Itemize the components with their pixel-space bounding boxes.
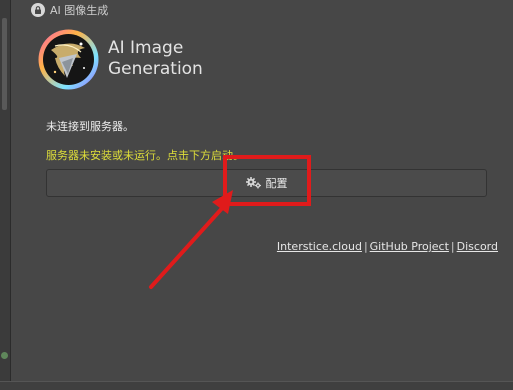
gear-icon bbox=[245, 177, 261, 189]
status-dot bbox=[1, 352, 8, 359]
configure-button[interactable]: 配置 bbox=[46, 169, 487, 197]
link-separator: | bbox=[450, 240, 455, 253]
link-discord[interactable]: Discord bbox=[457, 240, 498, 253]
app-title: AI Image Generation bbox=[108, 38, 203, 80]
server-warning: 服务器未安装或未运行。点击下方启动。 bbox=[46, 149, 244, 162]
ai-diffusion-logo bbox=[38, 29, 99, 90]
lock-icon[interactable] bbox=[31, 3, 45, 17]
link-interstice[interactable]: Interstice.cloud bbox=[277, 240, 362, 253]
links-row: Interstice.cloud | GitHub Project | Discord bbox=[277, 240, 498, 253]
app-title-line1: AI Image bbox=[108, 38, 184, 58]
panel-title: AI 图像生成 bbox=[31, 2, 108, 18]
connection-status: 未连接到服务器。 bbox=[46, 120, 134, 133]
app-title-line2: Generation bbox=[108, 59, 203, 79]
bottom-edge bbox=[0, 381, 513, 390]
link-github[interactable]: GitHub Project bbox=[370, 240, 449, 253]
dock-scrollbar[interactable] bbox=[0, 0, 11, 390]
link-separator: | bbox=[363, 240, 368, 253]
panel-title-text: AI 图像生成 bbox=[50, 4, 109, 17]
configure-button-label: 配置 bbox=[265, 177, 288, 190]
scrollbar-thumb[interactable] bbox=[2, 18, 7, 110]
